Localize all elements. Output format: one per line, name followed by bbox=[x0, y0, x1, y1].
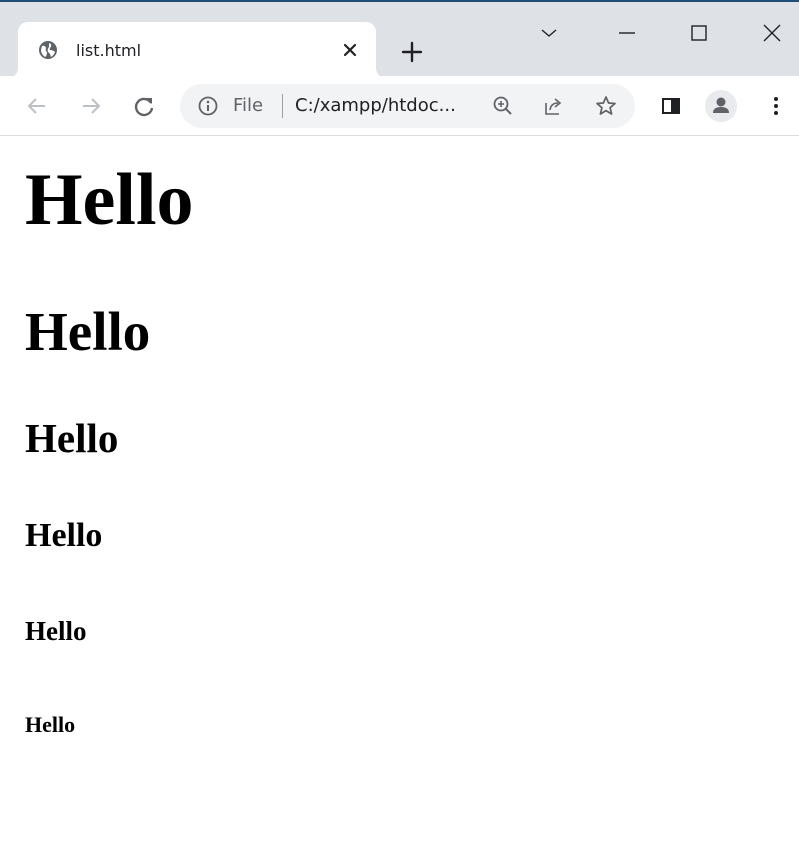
close-icon[interactable] bbox=[761, 22, 783, 44]
new-tab-button[interactable] bbox=[400, 40, 424, 64]
url-text[interactable]: C:/xampp/htdoc... bbox=[295, 95, 456, 116]
profile-avatar-button[interactable] bbox=[705, 90, 737, 122]
share-icon[interactable] bbox=[542, 95, 564, 117]
person-icon bbox=[713, 97, 729, 113]
back-arrow-icon[interactable] bbox=[26, 95, 48, 117]
tab-list-html[interactable]: list.html bbox=[18, 22, 376, 78]
maximize-icon[interactable] bbox=[688, 22, 710, 44]
site-info-label[interactable]: File bbox=[233, 95, 263, 116]
info-icon[interactable] bbox=[198, 96, 218, 116]
heading-5: Hello bbox=[25, 616, 87, 646]
reload-icon[interactable] bbox=[133, 95, 155, 117]
heading-4: Hello bbox=[25, 517, 103, 554]
address-separator bbox=[282, 94, 283, 118]
bookmark-star-icon[interactable] bbox=[594, 94, 618, 118]
heading-6: Hello bbox=[25, 712, 76, 737]
browser-toolbar: File C:/xampp/htdoc... bbox=[0, 76, 799, 136]
zoom-icon[interactable] bbox=[492, 95, 514, 117]
forward-arrow-icon[interactable] bbox=[80, 95, 102, 117]
chevron-down-icon[interactable] bbox=[538, 22, 560, 44]
heading-2: Hello bbox=[25, 301, 151, 362]
heading-1: Hello bbox=[25, 159, 194, 241]
page-content: Hello Hello Hello Hello Hello Hello bbox=[0, 137, 799, 847]
heading-3: Hello bbox=[25, 415, 119, 461]
tab-title: list.html bbox=[76, 41, 142, 60]
tab-close-icon[interactable] bbox=[342, 42, 358, 58]
browser-titlebar: list.html bbox=[0, 0, 799, 78]
globe-icon bbox=[39, 41, 57, 59]
kebab-menu-icon[interactable] bbox=[764, 94, 788, 118]
side-panel-icon[interactable] bbox=[660, 95, 682, 117]
minimize-icon[interactable] bbox=[616, 22, 638, 44]
address-bar[interactable]: File C:/xampp/htdoc... bbox=[180, 84, 635, 128]
